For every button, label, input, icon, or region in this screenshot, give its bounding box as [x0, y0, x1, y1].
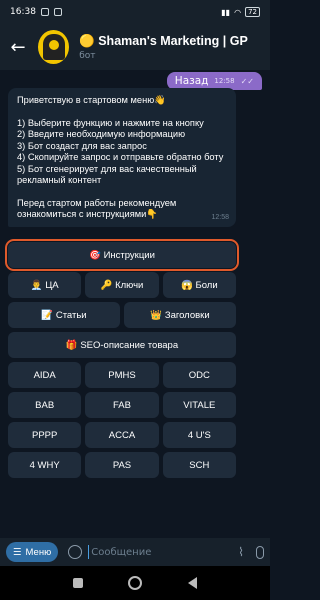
bab-button[interactable]: BAB: [8, 392, 82, 418]
double-check-icon: ✓✓: [240, 76, 254, 86]
app-icon: [53, 8, 62, 16]
hamburger-icon: ☰: [13, 546, 22, 558]
footer-text: Перед стартом работы рекомендуем ознаком…: [17, 197, 177, 220]
incoming-message[interactable]: Приветствую в стартовом меню👋 1) Выберит…: [8, 88, 236, 227]
step-4: 4) Скопируйте запрос и отправьте обратно…: [17, 152, 224, 162]
4why-button[interactable]: 4 WHY: [8, 452, 82, 478]
signal-icon: ▮▮: [221, 7, 231, 17]
chat-title-area[interactable]: 🟡 Shaman's Marketing | GP бот: [79, 34, 262, 61]
step-2: 2) Введите необходимую информацию: [17, 129, 186, 139]
vitale-button[interactable]: VITALE: [162, 392, 236, 418]
acca-button[interactable]: ACCA: [85, 422, 159, 448]
outgoing-message-text: Назад: [174, 75, 209, 87]
wifi-icon: ◠: [234, 7, 242, 17]
notification-icon: [40, 8, 49, 16]
outgoing-message-time: 12:58: [214, 77, 235, 85]
instructions-button[interactable]: 🎯 Инструкции: [5, 239, 239, 271]
status-time: 16:38: [10, 7, 36, 17]
chat-subtitle: бот: [79, 50, 96, 61]
pppp-button[interactable]: PPPP: [8, 422, 82, 448]
menu-button[interactable]: ☰ Меню: [6, 542, 59, 562]
chat-title: 🟡 Shaman's Marketing | GP: [79, 33, 248, 48]
odc-button[interactable]: ODC: [162, 362, 236, 388]
battery-icon: 72: [245, 7, 260, 17]
back-arrow-icon[interactable]: ←: [8, 36, 28, 58]
emoji-icon[interactable]: [68, 545, 83, 559]
message-input-bar: ☰ Меню Сообщение ⌇: [0, 538, 270, 566]
microphone-icon[interactable]: [256, 545, 264, 559]
fab-button[interactable]: FAB: [85, 392, 159, 418]
sch-button[interactable]: SCH: [162, 452, 236, 478]
aida-button[interactable]: AIDA: [8, 362, 82, 388]
keys-button[interactable]: 🔑 Ключи: [85, 272, 159, 298]
message-input[interactable]: Сообщение: [91, 547, 151, 558]
system-back-icon[interactable]: [188, 577, 198, 589]
pas-button[interactable]: PAS: [85, 452, 159, 478]
chat-area[interactable]: Назад 12:58 ✓✓ Приветствую в стартовом м…: [0, 70, 270, 538]
avatar[interactable]: [38, 30, 70, 64]
articles-button[interactable]: 📝 Статьи: [8, 302, 120, 328]
menu-button-label: Меню: [25, 546, 52, 558]
home-icon[interactable]: [128, 576, 143, 590]
inline-keyboard: 🎯 Инструкции 👨‍💼 ЦА 🔑 Ключи 😱 Боли 📝 Ста…: [5, 239, 239, 482]
greeting-text: Приветствую в стартовом меню👋: [17, 95, 166, 105]
pains-button[interactable]: 😱 Боли: [162, 272, 236, 298]
status-bar: 16:38 ▮▮ ◠ 72: [0, 0, 270, 24]
step-5: 5) Бот сгенерирует для вас качественный …: [17, 163, 197, 186]
4us-button[interactable]: 4 U'S: [162, 422, 236, 448]
pmhs-button[interactable]: PMHS: [85, 362, 159, 388]
text-cursor: [88, 545, 90, 559]
seo-description-button[interactable]: 🎁 SEO-описание товара: [8, 332, 236, 358]
headlines-button[interactable]: 👑 Заголовки: [124, 302, 236, 328]
chat-header: ← 🟡 Shaman's Marketing | GP бот: [0, 24, 270, 70]
bot-logo-icon: [42, 34, 65, 60]
system-nav-bar: [0, 566, 270, 600]
recent-apps-icon[interactable]: [72, 578, 83, 588]
attach-icon[interactable]: ⌇: [238, 545, 244, 559]
incoming-message-time: 12:58: [211, 214, 229, 221]
step-1: 1) Выберите функцию и нажмите на кнопку: [17, 117, 204, 128]
ca-button[interactable]: 👨‍💼 ЦА: [8, 272, 82, 298]
step-3: 3) Бот создаст для вас запрос: [17, 140, 147, 151]
